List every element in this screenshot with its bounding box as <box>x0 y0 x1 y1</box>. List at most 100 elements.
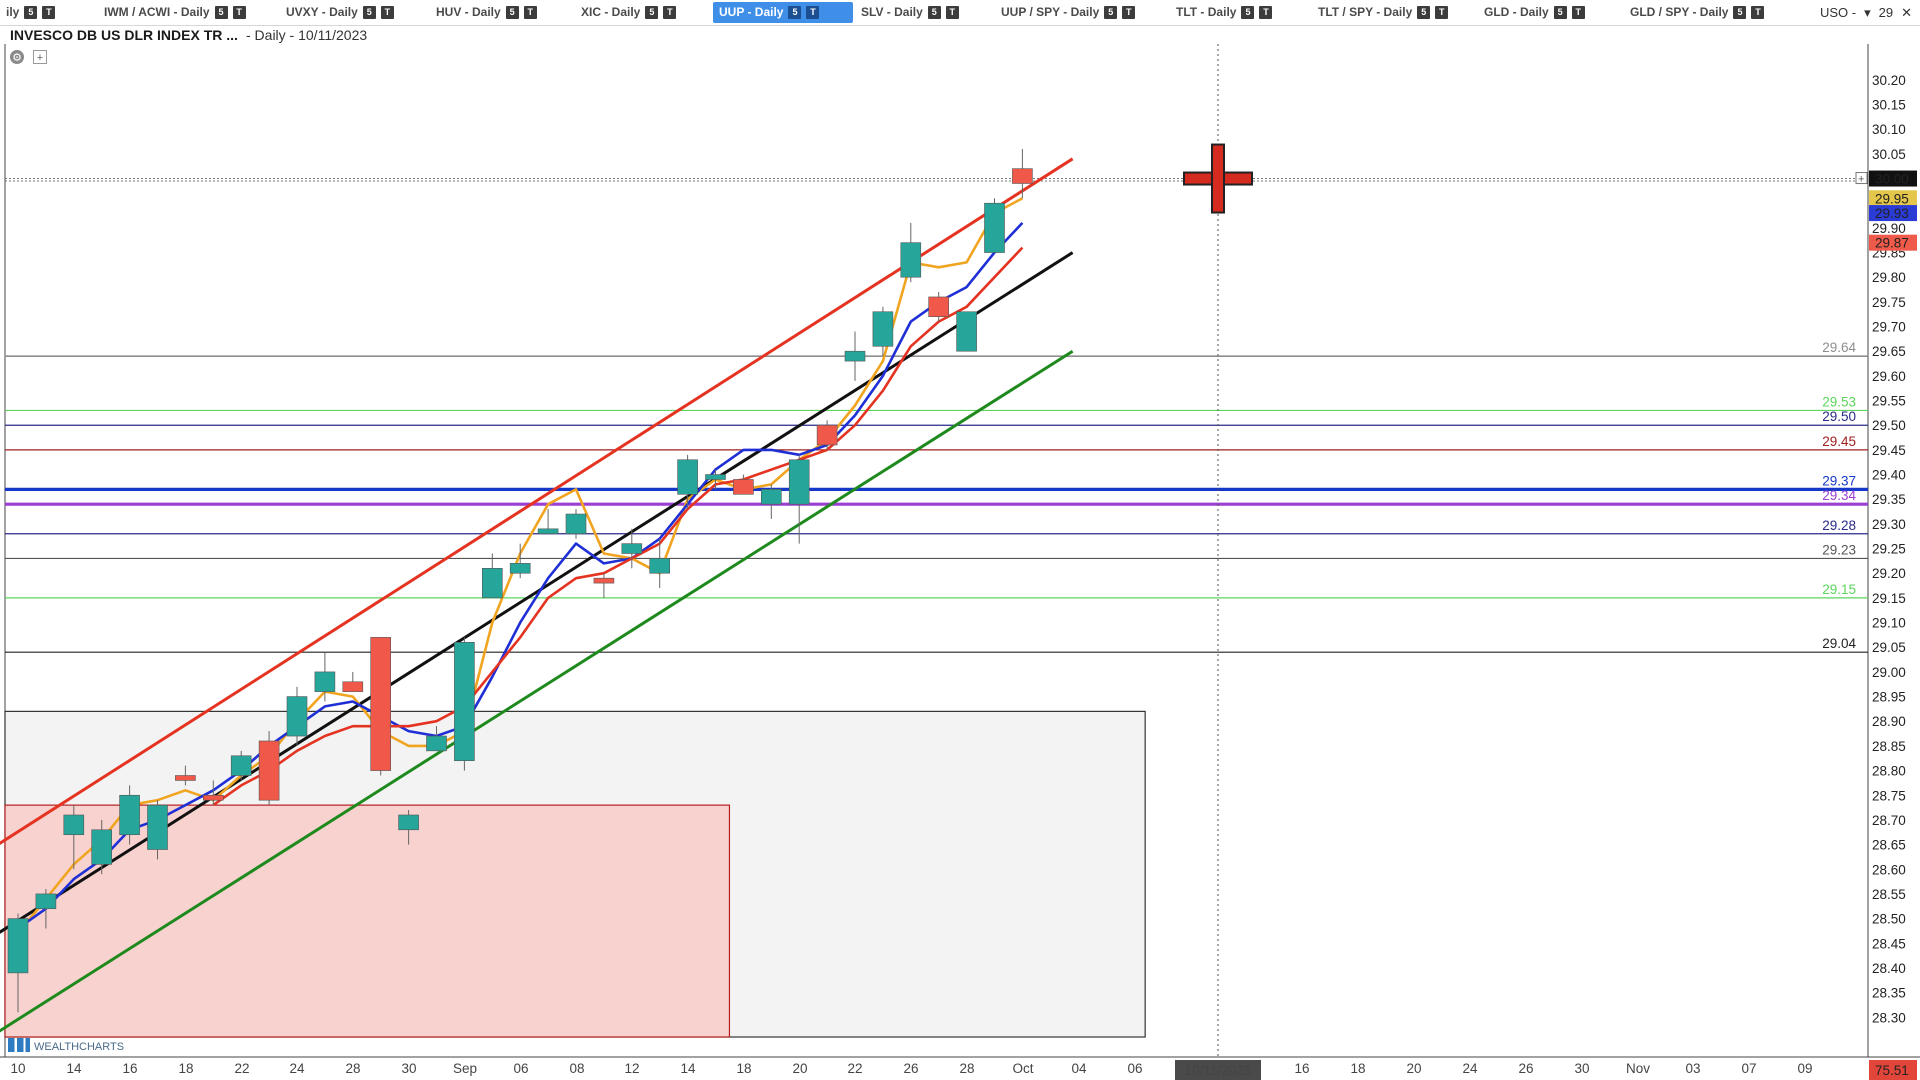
timeframe-badge[interactable]: 5 <box>927 6 941 19</box>
tab-5[interactable]: UUP - Daily 5 T <box>713 2 853 23</box>
price-level-label: 29.50 <box>1822 409 1856 424</box>
template-badge[interactable]: T <box>663 6 677 19</box>
candle[interactable] <box>230 755 252 776</box>
candle[interactable] <box>63 814 85 836</box>
price-axis-tick: 29.15 <box>1872 591 1906 606</box>
price-axis-tick: 30.15 <box>1872 98 1906 113</box>
timeframe-badge[interactable]: 5 <box>1241 6 1255 19</box>
tab-6[interactable]: SLV - Daily 5 T <box>855 2 973 23</box>
candle[interactable] <box>621 543 643 554</box>
candle[interactable] <box>649 558 671 574</box>
timeframe-badge[interactable]: 5 <box>1417 6 1431 19</box>
tab-0[interactable]: ily 5 T <box>0 2 64 23</box>
candle[interactable] <box>314 671 336 692</box>
candle[interactable] <box>788 459 810 505</box>
time-axis-tick: 09 <box>1797 1061 1812 1076</box>
candle[interactable] <box>956 311 977 352</box>
price-badge: 29.93 <box>1875 206 1909 221</box>
candle[interactable] <box>119 794 140 836</box>
timeframe-badge[interactable]: 5 <box>24 6 38 19</box>
candle[interactable] <box>203 794 224 801</box>
template-badge[interactable]: T <box>1122 6 1136 19</box>
tab-overflow[interactable]: USO - ▾ 29 ✕ <box>1812 2 1912 23</box>
price-axis-tick: 29.55 <box>1872 394 1906 409</box>
timeframe-badge[interactable]: 5 <box>788 6 802 19</box>
template-badge[interactable]: T <box>42 6 56 19</box>
price-level-label: 29.37 <box>1822 473 1856 488</box>
candle[interactable] <box>398 814 419 831</box>
tab-11[interactable]: GLD / SPY - Daily 5 T <box>1624 2 1765 23</box>
candle[interactable] <box>1012 168 1033 184</box>
candle[interactable] <box>677 459 698 495</box>
price-axis-tick: 29.30 <box>1872 517 1906 532</box>
template-badge[interactable]: T <box>1751 6 1765 19</box>
candle[interactable] <box>509 563 531 574</box>
tab-2[interactable]: UVXY - Daily 5 T <box>280 2 408 23</box>
candle[interactable] <box>537 528 559 535</box>
timeframe-badge[interactable]: 5 <box>1104 6 1118 19</box>
timeframe-badge[interactable]: 5 <box>214 6 228 19</box>
template-badge[interactable]: T <box>380 6 394 19</box>
template-badge[interactable]: T <box>1259 6 1273 19</box>
timeframe-badge[interactable]: 5 <box>645 6 659 19</box>
template-badge[interactable]: T <box>806 6 820 19</box>
template-badge[interactable]: T <box>523 6 537 19</box>
timeframe-badge[interactable]: 5 <box>1733 6 1747 19</box>
candle[interactable] <box>175 775 196 781</box>
timeframe-badge[interactable]: 5 <box>505 6 519 19</box>
candle[interactable] <box>705 474 726 480</box>
candle[interactable] <box>35 893 57 910</box>
tab-label: TLT / SPY - Daily <box>1318 5 1413 19</box>
tab-9[interactable]: TLT / SPY - Daily 5 T <box>1312 2 1452 23</box>
tab-3[interactable]: HUV - Daily 5 T <box>430 2 542 23</box>
timeframe-badge[interactable]: 5 <box>1553 6 1567 19</box>
price-level-label: 29.34 <box>1822 488 1856 503</box>
template-badge[interactable]: T <box>1571 6 1585 19</box>
candle[interactable] <box>844 350 866 362</box>
tab-4[interactable]: XIC - Daily 5 T <box>575 2 693 23</box>
price-axis-tick: 29.80 <box>1872 270 1906 285</box>
price-chart[interactable]: 29.6429.5329.5029.4529.3729.3429.2829.23… <box>0 44 1920 1080</box>
tab-list-chevron-icon[interactable]: ▾ <box>1864 5 1871 20</box>
template-badge[interactable]: T <box>1435 6 1449 19</box>
candle[interactable] <box>258 740 280 801</box>
timeframe-badge[interactable]: 5 <box>362 6 376 19</box>
tab-7[interactable]: UUP / SPY - Daily 5 T <box>995 2 1136 23</box>
price-level-label: 29.45 <box>1822 434 1856 449</box>
overflow-tab-label[interactable]: USO - <box>1820 5 1856 20</box>
tab-label: TLT - Daily <box>1176 5 1237 19</box>
candle[interactable] <box>481 568 503 599</box>
candle[interactable] <box>733 479 754 495</box>
time-axis-tick: 30 <box>1574 1061 1589 1076</box>
time-axis-tick: 26 <box>1518 1061 1533 1076</box>
candle[interactable] <box>984 202 1005 253</box>
candle[interactable] <box>760 489 782 505</box>
crosshair-cursor-center <box>1213 173 1223 184</box>
candle[interactable] <box>342 681 364 692</box>
candle[interactable] <box>426 735 447 752</box>
tab-8[interactable]: TLT - Daily 5 T <box>1170 2 1282 23</box>
candle[interactable] <box>370 637 392 771</box>
candle[interactable] <box>565 513 587 535</box>
candle[interactable] <box>928 296 950 317</box>
price-axis-tick: 29.50 <box>1872 418 1906 433</box>
price-axis-tick: 29.20 <box>1872 566 1906 581</box>
candle[interactable] <box>816 424 838 446</box>
template-badge[interactable]: T <box>945 6 959 19</box>
candle[interactable] <box>593 577 615 584</box>
tab-label: GLD / SPY - Daily <box>1630 5 1729 19</box>
time-axis-tick: 12 <box>624 1061 639 1076</box>
template-badge[interactable]: T <box>232 6 246 19</box>
candle[interactable] <box>147 804 168 850</box>
candle[interactable] <box>7 918 29 974</box>
candle[interactable] <box>900 242 922 278</box>
candle[interactable] <box>91 829 112 865</box>
chart-interval-date: - Daily - 10/11/2023 <box>246 27 368 43</box>
candle[interactable] <box>872 311 894 347</box>
candle[interactable] <box>454 642 475 762</box>
tab-1[interactable]: IWM / ACWI - Daily 5 T <box>98 2 246 23</box>
close-icon[interactable]: ✕ <box>1901 5 1912 20</box>
time-axis-tick: 24 <box>1462 1061 1478 1076</box>
tab-10[interactable]: GLD - Daily 5 T <box>1478 2 1596 23</box>
candle[interactable] <box>286 696 308 737</box>
